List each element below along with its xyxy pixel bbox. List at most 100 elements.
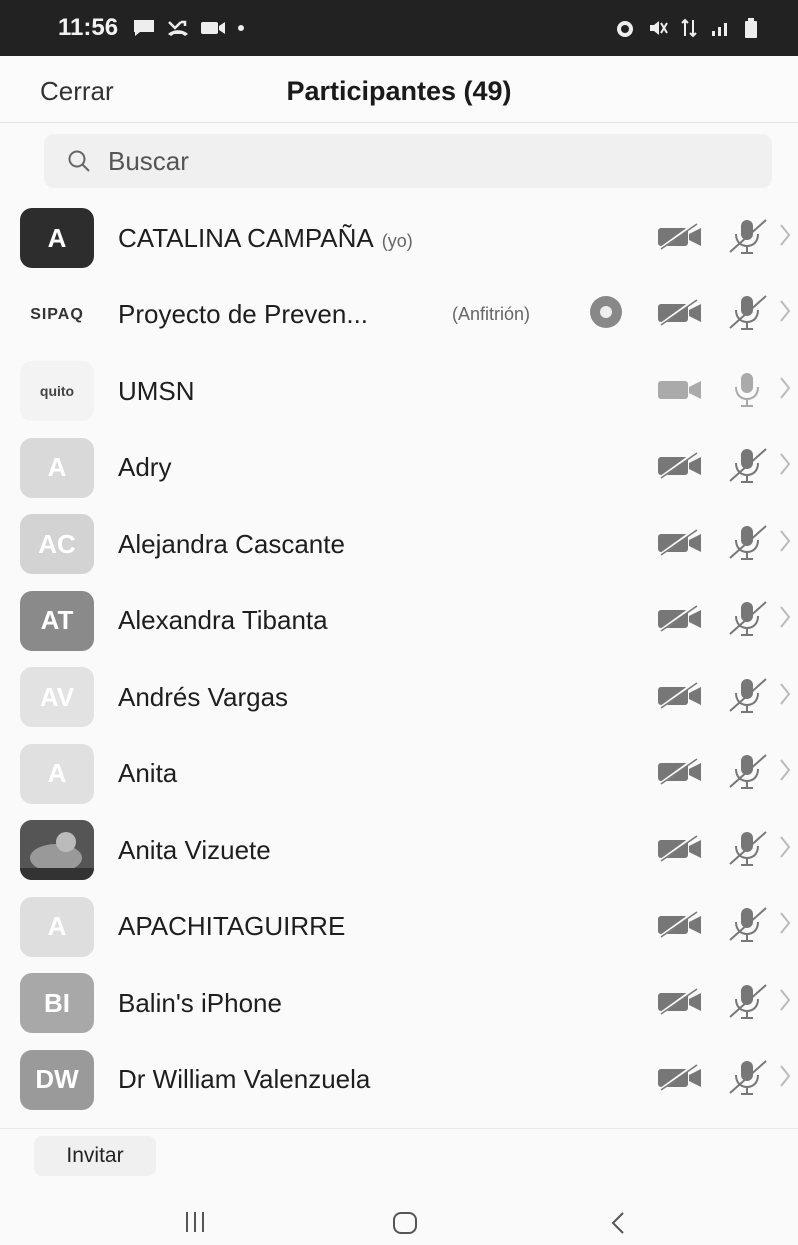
avatar: DW — [20, 1049, 94, 1110]
chevron-right-icon[interactable] — [778, 1062, 792, 1097]
video-icon — [201, 22, 226, 34]
android-nav-bar — [0, 1196, 798, 1245]
video-icon[interactable] — [656, 374, 704, 409]
chevron-right-icon[interactable] — [778, 221, 792, 256]
mic-muted-icon[interactable] — [726, 522, 770, 567]
chevron-right-icon[interactable] — [778, 297, 792, 332]
host-tag: (Anfitrión) — [452, 304, 531, 325]
mic-muted-icon[interactable] — [726, 216, 770, 261]
avatar: A — [20, 437, 94, 498]
participant-name-text: CATALINA CAMPAÑA — [118, 222, 374, 253]
chevron-right-icon[interactable] — [778, 374, 792, 409]
participant-row[interactable]: Anita Vizuete — [0, 812, 798, 889]
video-off-icon[interactable] — [656, 680, 704, 715]
participant-name-text: Dr William Valenzuela — [118, 1064, 371, 1095]
participant-name: Andrés Vargas — [118, 682, 288, 713]
chevron-right-icon[interactable] — [778, 527, 792, 562]
video-off-icon[interactable] — [656, 603, 704, 638]
chevron-right-icon[interactable] — [778, 756, 792, 791]
chevron-right-icon[interactable] — [778, 833, 792, 868]
avatar: AT — [20, 590, 94, 651]
participant-name-text: Anita — [118, 758, 178, 789]
chevron-right-icon[interactable] — [778, 450, 792, 485]
page-title: Participantes (49) — [286, 76, 512, 106]
chat-icon — [134, 20, 155, 36]
participant-name-text: Alejandra Cascante — [118, 528, 345, 559]
video-off-icon[interactable] — [656, 221, 704, 256]
participant-name: Balin's iPhone — [118, 988, 282, 1019]
recents-icon[interactable] — [182, 1210, 208, 1234]
status-time: 11:56 — [58, 14, 119, 41]
mic-icon[interactable] — [726, 369, 770, 414]
chevron-right-icon[interactable] — [778, 986, 792, 1021]
participants-header: Cerrar Participantes (49) — [0, 56, 798, 123]
avatar: AV — [20, 667, 94, 728]
video-off-icon[interactable] — [656, 986, 704, 1021]
video-off-icon[interactable] — [656, 450, 704, 485]
participant-list: A CATALINA CAMPAÑA (yo) SIPAQ Proyecto de Pr… — [0, 200, 798, 1118]
battery-icon — [745, 18, 757, 38]
participant-name: APACHITAGUIRRE — [118, 911, 345, 942]
screen-share-icon — [586, 292, 626, 337]
mic-muted-icon[interactable] — [726, 981, 770, 1026]
video-off-icon[interactable] — [656, 909, 704, 944]
mic-muted-icon[interactable] — [726, 904, 770, 949]
status-left: 11:56 — [58, 14, 246, 42]
participant-name-text: Alexandra Tibanta — [118, 605, 328, 636]
avatar: BI — [20, 973, 94, 1034]
back-icon[interactable] — [608, 1210, 628, 1236]
chevron-right-icon[interactable] — [778, 680, 792, 715]
home-icon[interactable] — [391, 1210, 419, 1236]
data-icon — [681, 18, 697, 38]
video-off-icon[interactable] — [656, 1062, 704, 1097]
signal-icon — [712, 23, 727, 36]
avatar: quito — [20, 361, 94, 422]
participant-name: Proyecto de Preven... — [118, 299, 368, 330]
participant-name-text: UMSN — [118, 375, 195, 406]
participant-row[interactable]: A CATALINA CAMPAÑA (yo) — [0, 200, 798, 277]
avatar: A — [20, 743, 94, 804]
participant-row[interactable]: BI Balin's iPhone — [0, 965, 798, 1042]
chevron-right-icon[interactable] — [778, 603, 792, 638]
alarm-icon — [617, 21, 633, 37]
mic-muted-icon[interactable] — [726, 751, 770, 796]
participant-row[interactable]: A APACHITAGUIRRE — [0, 889, 798, 966]
participant-row[interactable]: quito UMSN — [0, 353, 798, 430]
participant-row[interactable]: AV Andrés Vargas — [0, 659, 798, 736]
mic-muted-icon[interactable] — [726, 828, 770, 873]
search-input[interactable] — [106, 144, 710, 178]
avatar: SIPAQ — [30, 305, 84, 323]
search-bar[interactable] — [44, 134, 772, 188]
participant-name-text: APACHITAGUIRRE — [118, 911, 346, 942]
participant-name: Anita Vizuete — [118, 835, 271, 866]
participant-row[interactable]: DW Dr William Valenzuela — [0, 1042, 798, 1119]
logo-text: quito — [39, 383, 75, 400]
participant-name: CATALINA CAMPAÑA (yo) — [118, 223, 413, 254]
invite-button[interactable]: Invitar — [34, 1136, 156, 1176]
participant-row[interactable]: SIPAQ Proyecto de Preven... (Anfitrión) — [0, 277, 798, 354]
mic-muted-icon[interactable] — [726, 598, 770, 643]
participant-row[interactable]: AC Alejandra Cascante — [0, 506, 798, 583]
participant-row[interactable]: A Adry — [0, 430, 798, 507]
video-off-icon[interactable] — [656, 527, 704, 562]
status-notification-icons — [132, 18, 246, 38]
participant-name: Alexandra Tibanta — [118, 605, 328, 636]
mic-muted-icon[interactable] — [726, 445, 770, 490]
missed-call-icon — [168, 20, 189, 36]
status-bar: 11:56 — [0, 0, 798, 56]
participant-name: Anita — [118, 758, 177, 789]
status-right — [614, 17, 758, 39]
participant-name: Dr William Valenzuela — [118, 1064, 370, 1095]
chevron-right-icon[interactable] — [778, 909, 792, 944]
video-off-icon[interactable] — [656, 833, 704, 868]
video-off-icon[interactable] — [656, 756, 704, 791]
mic-muted-icon[interactable] — [726, 292, 770, 337]
participant-name-text: Anita Vizuete — [118, 834, 271, 865]
mic-muted-icon[interactable] — [726, 1057, 770, 1102]
participant-row[interactable]: AT Alexandra Tibanta — [0, 583, 798, 660]
video-off-icon[interactable] — [656, 297, 704, 332]
participant-name-text: Proyecto de Preven... — [118, 299, 369, 330]
mic-muted-icon[interactable] — [726, 675, 770, 720]
participant-row[interactable]: A Anita — [0, 736, 798, 813]
mute-icon — [650, 21, 668, 35]
